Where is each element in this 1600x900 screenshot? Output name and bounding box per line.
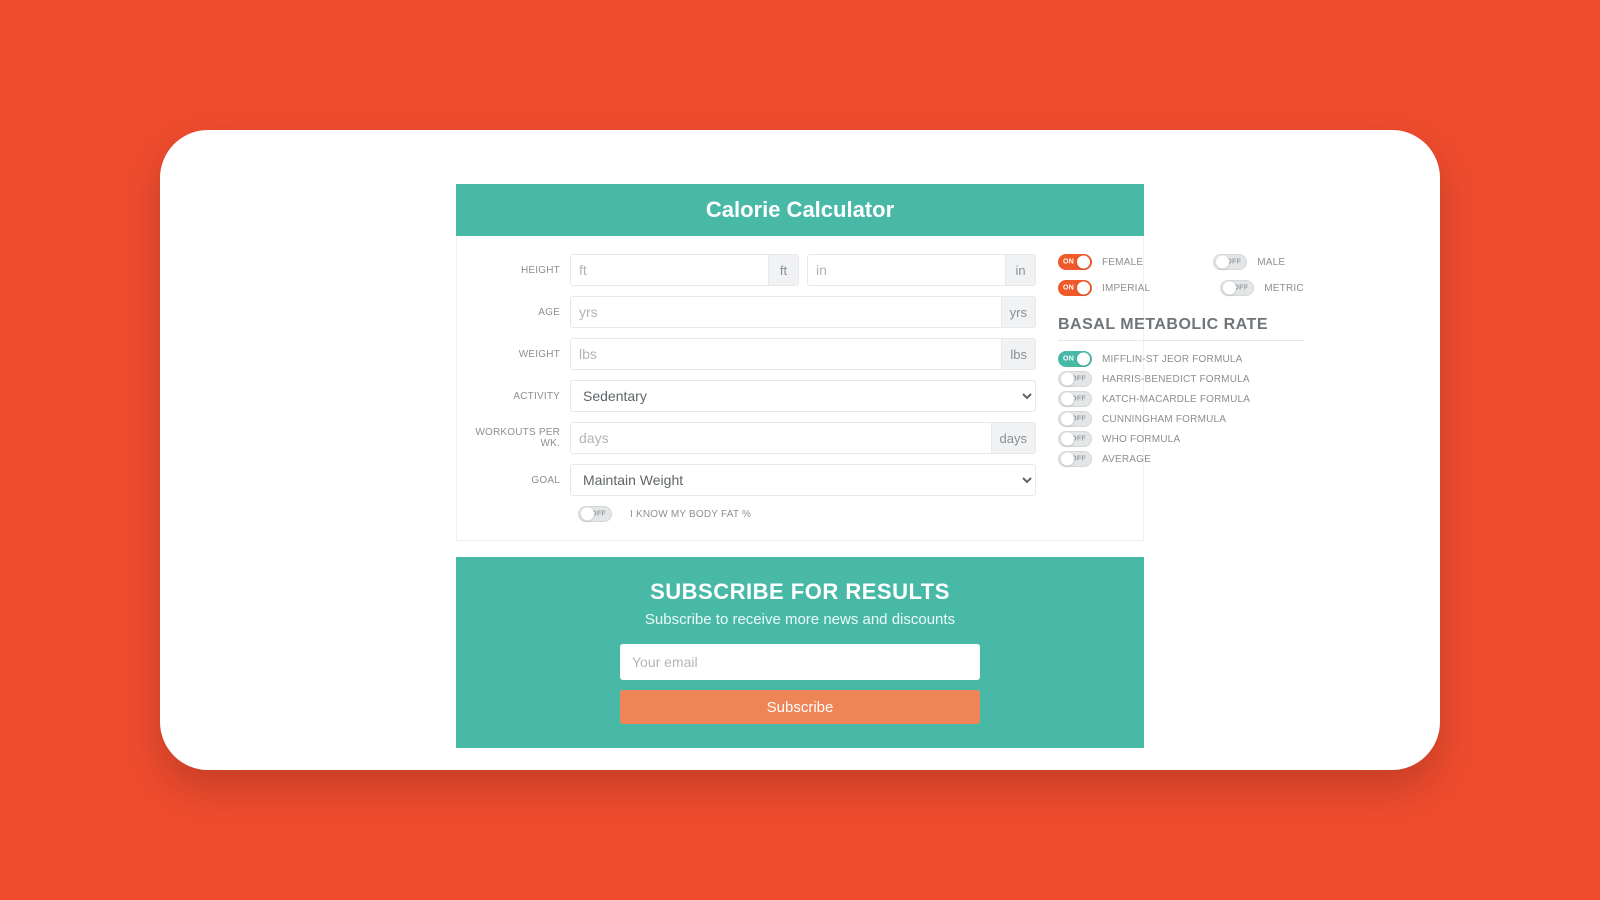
age-label: AGE (471, 307, 570, 318)
bmr-toggle-1[interactable]: OFF (1058, 371, 1092, 387)
workouts-unit: days (991, 423, 1035, 453)
weight-unit: lbs (1001, 339, 1035, 369)
workouts-input[interactable] (571, 423, 991, 453)
subscribe-desc: Subscribe to receive more news and disco… (456, 611, 1144, 628)
male-label: MALE (1257, 257, 1285, 268)
bmr-label-5: AVERAGE (1102, 454, 1151, 465)
options-column: ON FEMALE OFF MALE (1036, 254, 1304, 522)
bmr-toggle-0[interactable]: ON (1058, 351, 1092, 367)
bmr-toggle-2[interactable]: OFF (1058, 391, 1092, 407)
metric-toggle[interactable]: OFF (1220, 280, 1254, 296)
activity-select[interactable]: Sedentary (570, 380, 1036, 412)
panel-body: HEIGHT ft in AGE (456, 236, 1144, 541)
bmr-toggle-3[interactable]: OFF (1058, 411, 1092, 427)
female-toggle[interactable]: ON (1058, 254, 1092, 270)
bodyfat-toggle[interactable]: OFF (578, 506, 612, 522)
height-ft-input[interactable] (571, 255, 768, 285)
weight-label: WEIGHT (471, 349, 570, 360)
bodyfat-label: I KNOW MY BODY FAT % (630, 509, 751, 520)
height-in-unit: in (1005, 255, 1035, 285)
height-ft-unit: ft (768, 255, 798, 285)
age-unit: yrs (1001, 297, 1035, 327)
metric-label: METRIC (1264, 283, 1304, 294)
height-in-input[interactable] (808, 255, 1005, 285)
calculator-panel: Calorie Calculator HEIGHT ft in (456, 184, 1144, 748)
activity-label: ACTIVITY (471, 391, 570, 402)
bmr-label-2: KATCH-MACARDLE FORMULA (1102, 394, 1250, 405)
subscribe-panel: SUBSCRIBE FOR RESULTS Subscribe to recei… (456, 557, 1144, 748)
female-label: FEMALE (1102, 257, 1143, 268)
goal-label: GOAL (471, 475, 570, 486)
bmr-label-1: HARRIS-BENEDICT FORMULA (1102, 374, 1250, 385)
workouts-label: WORKOUTS PER WK. (471, 427, 570, 449)
bmr-label-4: WHO FORMULA (1102, 434, 1180, 445)
email-input[interactable] (620, 644, 980, 680)
subscribe-title: SUBSCRIBE FOR RESULTS (456, 579, 1144, 605)
bmr-toggle-4[interactable]: OFF (1058, 431, 1092, 447)
goal-select[interactable]: Maintain Weight (570, 464, 1036, 496)
imperial-label: IMPERIAL (1102, 283, 1150, 294)
main-card: Calorie Calculator HEIGHT ft in (160, 130, 1440, 770)
bmr-title: BASAL METABOLIC RATE (1058, 316, 1304, 341)
form-column: HEIGHT ft in AGE (471, 254, 1036, 522)
panel-title: Calorie Calculator (456, 184, 1144, 236)
height-label: HEIGHT (471, 265, 570, 276)
age-input[interactable] (571, 297, 1001, 327)
imperial-toggle[interactable]: ON (1058, 280, 1092, 296)
male-toggle[interactable]: OFF (1213, 254, 1247, 270)
bmr-label-0: MIFFLIN-ST JEOR FORMULA (1102, 354, 1243, 365)
bmr-toggle-5[interactable]: OFF (1058, 451, 1092, 467)
subscribe-button[interactable]: Subscribe (620, 690, 980, 724)
weight-input[interactable] (571, 339, 1001, 369)
bmr-label-3: CUNNINGHAM FORMULA (1102, 414, 1226, 425)
